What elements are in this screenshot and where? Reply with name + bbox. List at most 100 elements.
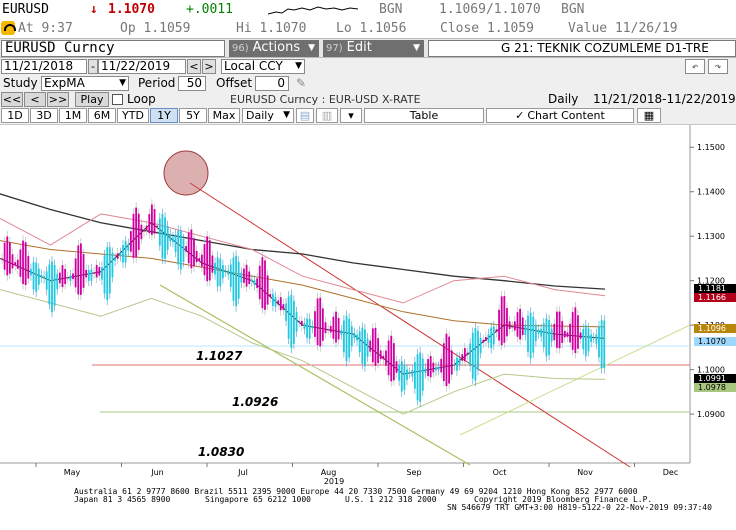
low-price: Lo 1.1056: [336, 21, 407, 36]
candle-body: [414, 362, 416, 389]
candle-body: [108, 247, 111, 294]
loop-checkbox[interactable]: [112, 94, 123, 105]
edit-menu-button[interactable]: 97) Edit ▼: [323, 40, 424, 57]
study-select[interactable]: ExpMA ▼: [41, 76, 129, 91]
candle-body: [222, 265, 224, 279]
year-label: 2019: [324, 477, 344, 485]
range-ytd-button[interactable]: YTD: [117, 108, 149, 123]
candle-body: [387, 340, 390, 376]
candle-body: [569, 323, 571, 343]
candle-body: [448, 336, 450, 384]
level-label: 1.1027: [196, 349, 243, 363]
candle-body: [64, 268, 67, 285]
actions-label: Actions: [252, 40, 301, 55]
candle-body: [400, 361, 403, 392]
candle-body: [561, 321, 564, 343]
chevron-down-icon: ▼: [119, 78, 126, 88]
range-3d-button[interactable]: 3D: [30, 108, 58, 123]
chart-content-label: Chart Content: [527, 109, 605, 122]
range-1m-button[interactable]: 1M: [59, 108, 87, 123]
candle-body: [24, 242, 27, 285]
table-button[interactable]: Table: [364, 108, 484, 123]
candle-body: [203, 244, 206, 276]
candle-body: [590, 334, 593, 342]
range-5y-button[interactable]: 5Y: [179, 108, 207, 123]
actions-menu-button[interactable]: 96) Actions ▼: [229, 40, 319, 57]
start-date-input[interactable]: 11/21/2018: [1, 59, 87, 74]
chevron-down-icon[interactable]: ▾: [340, 108, 362, 123]
offset-input[interactable]: 0: [255, 76, 289, 91]
candle-body: [193, 238, 195, 267]
candle-body: [77, 245, 80, 295]
candle-body: [445, 333, 448, 387]
range-max-button[interactable]: Max: [208, 108, 240, 123]
candle-body: [98, 267, 101, 276]
quote-bar: EURUSD ↓ 1.1070 +.0011 BGN 1.1069/1.1070…: [0, 0, 736, 20]
candle-body: [116, 253, 119, 259]
candle-body: [72, 273, 74, 280]
candle-body: [453, 364, 456, 366]
redo-icon[interactable]: ↷: [708, 59, 728, 74]
bid-ask: 1.1069/1.1070: [439, 2, 541, 17]
rewind-fast-button[interactable]: <<: [1, 92, 23, 107]
edit-number: 97): [326, 43, 343, 54]
range-6m-button[interactable]: 6M: [88, 108, 116, 123]
candle-body: [498, 309, 500, 341]
candle-body: [356, 334, 358, 341]
chart-type-icon[interactable]: ▤: [296, 108, 314, 123]
candle-body: [182, 238, 185, 262]
candle-body: [548, 320, 550, 355]
candle-body: [482, 339, 485, 343]
prev-period-button[interactable]: <: [187, 59, 201, 74]
candle-body: [214, 262, 216, 275]
candle-body: [40, 274, 43, 278]
candle-body: [3, 242, 6, 270]
candle-body: [206, 236, 209, 282]
grid-icon[interactable]: ▦: [637, 108, 661, 123]
candle-body: [80, 243, 82, 295]
candle-body: [200, 254, 203, 267]
candle-body: [235, 255, 237, 307]
candle-body: [516, 312, 519, 337]
candle-body: [1, 258, 3, 260]
candle-body: [408, 372, 411, 374]
candle-body: [553, 323, 556, 341]
chart-content-button[interactable]: ✓ Chart Content: [486, 108, 634, 123]
security-field[interactable]: EURUSD Curncy: [1, 40, 225, 57]
pencil-icon[interactable]: ✎: [296, 76, 306, 90]
undo-icon[interactable]: ↶: [685, 59, 705, 74]
loop-label: Loop: [127, 92, 156, 106]
candle-body: [574, 307, 577, 354]
candle-body: [216, 257, 219, 287]
playback-bar: << < >> Play Loop EURUSD Curncy : EUR-US…: [0, 92, 736, 108]
period-input[interactable]: 50: [178, 76, 206, 91]
candle-body: [243, 268, 245, 283]
period-range-label: 11/21/2018-11/22/2019: [593, 92, 736, 106]
candle-body: [19, 249, 22, 277]
rewind-button[interactable]: <: [24, 92, 46, 107]
range-1d-button[interactable]: 1D: [1, 108, 29, 123]
price-tag-label: 1.0978: [698, 383, 726, 392]
y-tick-label: 1.0900: [697, 410, 725, 419]
price-chart[interactable]: 1.15001.14001.13001.12001.11001.10001.09…: [0, 124, 736, 485]
x-tick-label: Jul: [237, 468, 248, 477]
candle-body: [500, 296, 503, 346]
candle-body: [129, 231, 132, 252]
close-price: Close 1.1059: [440, 21, 534, 36]
currency-select[interactable]: Local CCY ▼: [221, 59, 305, 74]
candle-body: [145, 225, 148, 231]
chart-title: G 21: TEKNIK COZUMLEME D1-TRE: [428, 40, 736, 57]
frequency-select[interactable]: Daily ▼: [242, 108, 294, 123]
range-1y-button[interactable]: 1Y: [150, 108, 178, 123]
end-date-input[interactable]: 11/22/2019: [98, 59, 186, 74]
bars-icon[interactable]: ▥: [316, 108, 338, 123]
next-period-button[interactable]: >: [202, 59, 216, 74]
forward-button[interactable]: >>: [47, 92, 69, 107]
down-arrow-icon: ↓: [90, 2, 98, 17]
frequency-value: Daily: [246, 109, 274, 122]
play-button[interactable]: Play: [75, 92, 109, 107]
candle-body: [556, 311, 558, 348]
chevron-down-icon: ▼: [308, 43, 315, 53]
downtrend-line: [189, 182, 631, 468]
security-description: EURUSD Curncy : EUR-USD X-RATE: [230, 93, 421, 106]
